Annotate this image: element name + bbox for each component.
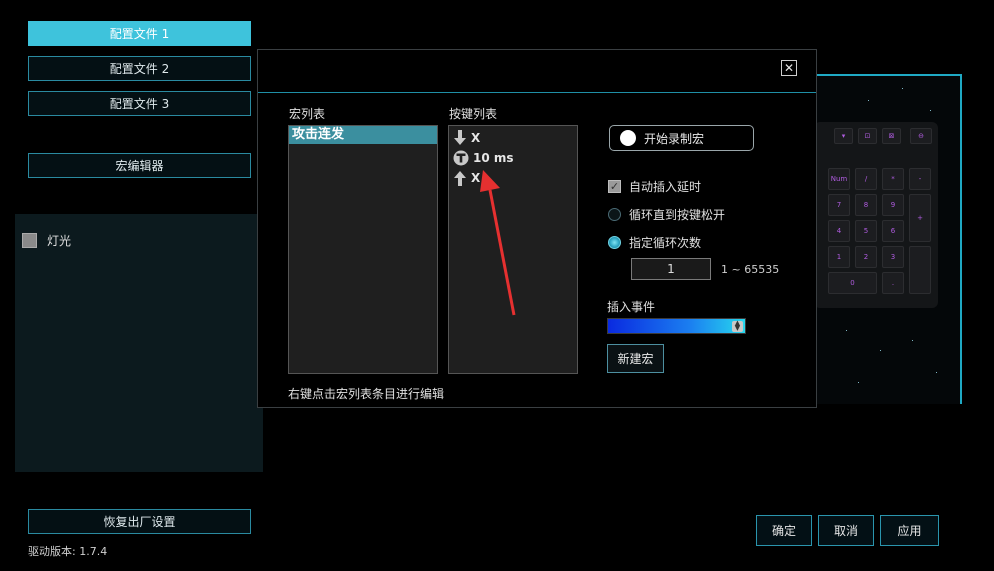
apply-button[interactable]: 应用 — [880, 515, 939, 546]
keyboard-key: 3 — [882, 246, 904, 268]
arrow-down-icon — [454, 130, 466, 145]
key-event-label: X — [471, 131, 481, 145]
loop-count-input[interactable]: 1 — [631, 258, 711, 280]
keyboard-key: 7 — [828, 194, 850, 216]
star — [912, 340, 913, 341]
keyboard-key: Num — [828, 168, 850, 190]
macro-list-item[interactable]: 攻击连发 — [289, 126, 437, 144]
keyboard-key: ▾ — [834, 128, 853, 144]
keyboard-key: 4 — [828, 220, 850, 242]
lighting-panel — [15, 214, 263, 472]
keyboard-key: ⊖ — [910, 128, 932, 144]
keyboard-key: 1 — [828, 246, 850, 268]
spinner-arrows-icon: ▲ ▼ — [732, 320, 743, 332]
keyboard-key: * — [882, 168, 904, 190]
star — [936, 372, 937, 373]
star — [902, 88, 903, 89]
macro-list[interactable]: 攻击连发 — [288, 125, 438, 374]
start-recording-button[interactable]: 开始录制宏 — [609, 125, 754, 151]
star — [868, 100, 869, 101]
keyboard-key: - — [909, 168, 931, 190]
loop-until-release-radio[interactable] — [608, 208, 621, 221]
start-recording-label: 开始录制宏 — [644, 131, 705, 146]
keyboard-key: 6 — [882, 220, 904, 242]
driver-version: 驱动版本: 1.7.4 — [28, 545, 108, 558]
keyboard-key: 9 — [882, 194, 904, 216]
new-macro-button[interactable]: 新建宏 — [607, 344, 664, 373]
star — [930, 110, 931, 111]
auto-delay-label: 自动插入延时 — [629, 180, 702, 194]
loop-count-option[interactable]: 指定循环次数 — [608, 234, 701, 251]
ok-button[interactable]: 确定 — [756, 515, 812, 546]
cancel-button[interactable]: 取消 — [818, 515, 874, 546]
keyboard-key: 8 — [855, 194, 877, 216]
star — [846, 330, 847, 331]
loop-until-release-option[interactable]: 循环直到按键松开 — [608, 206, 725, 223]
keyboard-key: 0 — [828, 272, 877, 294]
macro-editor-dialog: ✕ 宏列表 攻击连发 按键列表 X 10 ms X 开始录制宏 ✓ 自动插入延时… — [257, 49, 817, 408]
loop-count-radio[interactable] — [608, 236, 621, 249]
keyboard-key: 5 — [855, 220, 877, 242]
media-icon: ⊠ — [888, 132, 895, 140]
key-list-title: 按键列表 — [449, 107, 498, 121]
profile-1-button[interactable]: 配置文件 1 — [28, 21, 251, 46]
arrow-up-icon — [454, 171, 466, 186]
dialog-divider — [258, 92, 816, 93]
media-icon: ⊡ — [864, 132, 871, 140]
media-icon: ⊖ — [918, 132, 924, 140]
star — [880, 350, 881, 351]
reset-factory-button[interactable]: 恢复出厂设置 — [28, 509, 251, 534]
keyboard-key: + — [909, 194, 931, 242]
keyboard-image: ▾ ⊡ ⊠ ⊖ Num / * - 7 8 9 + 4 5 6 1 2 3 0 … — [814, 122, 938, 308]
close-icon[interactable]: ✕ — [781, 60, 797, 76]
profile-2-button[interactable]: 配置文件 2 — [28, 56, 251, 81]
lighting-toggle[interactable]: 灯光 — [22, 232, 71, 249]
edit-hint: 右键点击宏列表条目进行编辑 — [288, 387, 445, 401]
star — [858, 382, 859, 383]
keyboard-key: / — [855, 168, 877, 190]
record-icon — [620, 130, 636, 146]
macro-list-title: 宏列表 — [289, 107, 326, 121]
loop-count-label: 指定循环次数 — [629, 236, 702, 250]
lighting-label: 灯光 — [47, 234, 72, 248]
macro-editor-button[interactable]: 宏编辑器 — [28, 153, 251, 178]
timer-icon — [453, 150, 469, 166]
auto-delay-checkbox[interactable]: ✓ — [608, 180, 621, 193]
insert-event-select[interactable]: ▲ ▼ — [607, 318, 746, 334]
keyboard-key: ⊡ — [858, 128, 877, 144]
loop-range-hint: 1 ~ 65535 — [721, 263, 780, 276]
lighting-checkbox[interactable] — [22, 233, 37, 248]
keyboard-key — [909, 246, 931, 294]
keyboard-key: . — [882, 272, 904, 294]
insert-event-label: 插入事件 — [607, 300, 656, 314]
key-event-row[interactable]: X — [453, 128, 573, 148]
annotation-arrow-icon — [480, 170, 516, 316]
auto-delay-option[interactable]: ✓ 自动插入延时 — [608, 178, 701, 195]
media-icon: ▾ — [841, 132, 846, 140]
loop-until-release-label: 循环直到按键松开 — [629, 208, 726, 222]
profile-3-button[interactable]: 配置文件 3 — [28, 91, 251, 116]
keyboard-key: 2 — [855, 246, 877, 268]
keyboard-key: ⊠ — [882, 128, 901, 144]
